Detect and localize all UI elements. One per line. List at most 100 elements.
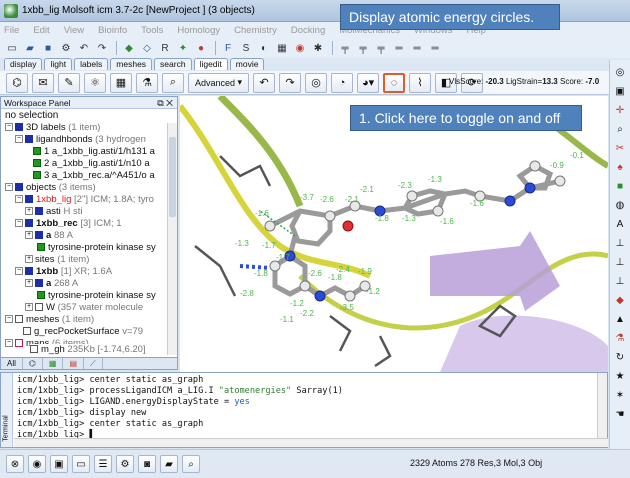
align-icon[interactable]: ⊥ [612, 254, 628, 270]
energy-map-icon[interactable]: ◔ [331, 72, 354, 93]
protein-icon[interactable] [37, 243, 45, 252]
tree-item-asti[interactable]: + asti H sti [25, 206, 82, 218]
gear-icon[interactable]: ⚙ [116, 455, 134, 473]
search-icon[interactable]: ⌕ [182, 455, 200, 473]
maps-icon[interactable] [15, 339, 23, 348]
checkbox-icon[interactable] [25, 135, 33, 144]
clip-icon[interactable]: ✂ [612, 140, 628, 156]
tree-item-mesh[interactable]: g_recPocketSurface v=79 [23, 326, 143, 338]
tab-molecules[interactable]: ⌬ [23, 358, 43, 369]
collapse-icon[interactable]: − [15, 195, 23, 204]
flask-icon[interactable]: ⚗ [612, 330, 628, 346]
tab-ligedit[interactable]: ligedit [193, 58, 228, 70]
terminal-panel[interactable]: Terminal icm/1xbb_lig> center static as_… [0, 372, 608, 448]
tab-docs[interactable]: ▤ [63, 358, 84, 369]
collapse-icon[interactable]: − [5, 315, 13, 324]
expand-icon[interactable]: + [25, 279, 33, 288]
tree-item-sites[interactable]: + sites (1 item) [25, 254, 89, 266]
align-icon[interactable]: ⊥ [612, 273, 628, 289]
align-icon[interactable]: ═ [391, 40, 407, 56]
tree-item-chain-a[interactable]: + a 268 A [25, 278, 78, 290]
collapse-icon[interactable]: − [5, 339, 13, 348]
expand-icon[interactable]: + [25, 303, 33, 312]
collapse-icon[interactable]: − [15, 135, 23, 144]
hydrogen-icon[interactable]: ◍ [612, 197, 628, 213]
checkbox-icon[interactable] [15, 123, 23, 132]
zoom-icon[interactable]: ⌕ [612, 121, 628, 137]
fog-icon[interactable]: F [220, 40, 236, 56]
tree-item-meshes[interactable]: − meshes (1 item) [5, 314, 94, 326]
advanced-button[interactable]: Advanced ▾ [188, 72, 250, 93]
checkbox-icon[interactable] [33, 159, 41, 168]
tab-search[interactable]: search [154, 58, 192, 70]
tree-item-hbond[interactable]: 2 a_1xbb_lig.asti/1/n10 a [33, 158, 150, 170]
collapse-icon[interactable]: − [5, 123, 13, 132]
object-icon[interactable] [25, 219, 33, 228]
lock-icon[interactable]: ▲ [612, 311, 628, 327]
protein-icon[interactable] [37, 291, 45, 300]
pencil-icon[interactable]: ✎ [58, 72, 80, 93]
select-icon[interactable]: ▣ [612, 83, 628, 99]
tab-all[interactable]: All [1, 358, 23, 369]
tab-meshes[interactable]: meshes [110, 58, 153, 70]
checkbox-icon[interactable] [33, 171, 41, 180]
align-icon[interactable]: ╤ [337, 40, 353, 56]
window-icon[interactable]: ▭ [72, 455, 90, 473]
menu-homology[interactable]: Homology [177, 25, 220, 36]
tab-light[interactable]: light [44, 58, 73, 70]
expand-icon[interactable]: + [25, 231, 33, 240]
ligand-tool-icon[interactable]: ⌬ [6, 72, 28, 93]
tree-item-chain-a[interactable]: + a 88 A [25, 230, 73, 242]
save-icon[interactable]: ■ [40, 40, 56, 56]
star-icon[interactable]: ★ [612, 368, 628, 384]
refresh-icon[interactable]: ↻ [612, 349, 628, 365]
screen-icon[interactable]: ▣ [50, 455, 68, 473]
camera-icon[interactable]: ◙ [138, 455, 156, 473]
envelope-icon[interactable]: ✉ [32, 72, 54, 93]
target-icon[interactable]: ◎ [612, 64, 628, 80]
tab-tables[interactable]: ▦ [43, 358, 64, 369]
tab-display[interactable]: display [4, 58, 43, 70]
target-icon[interactable]: ◎ [305, 72, 328, 93]
list-icon[interactable]: ☰ [94, 455, 112, 473]
molecule-icon[interactable]: ⚛ [84, 72, 106, 93]
perspective-icon[interactable]: ◐ [256, 40, 272, 56]
record-icon[interactable]: ◉ [28, 455, 46, 473]
export-icon[interactable]: ▰ [160, 455, 178, 473]
tree-item-1xbb[interactable]: − 1xbb [1] XR; 1.6A [15, 266, 112, 278]
terminal-output[interactable]: icm/1xbb_lig> center static as_graph icm… [17, 375, 343, 441]
checkbox-icon[interactable] [33, 147, 41, 156]
hand-icon[interactable]: ☚ [612, 406, 628, 422]
align-icon[interactable]: ╤ [355, 40, 371, 56]
collapse-icon[interactable]: − [5, 183, 13, 192]
surface-icon[interactable]: ● [193, 40, 209, 56]
menu-bioinfo[interactable]: Bioinfo [98, 25, 127, 36]
checkbox-icon[interactable] [35, 303, 43, 312]
chain-icon[interactable]: ◇ [139, 40, 155, 56]
menu-chemistry[interactable]: Chemistry [234, 25, 277, 36]
align-icon[interactable]: ⊥ [612, 235, 628, 251]
grid-icon[interactable]: ▦ [274, 40, 290, 56]
undo-icon[interactable]: ↶ [76, 40, 92, 56]
tree-item-protein[interactable]: tyrosine-protein kinase sy [37, 290, 156, 302]
collapse-icon[interactable]: − [15, 219, 23, 228]
redo-icon[interactable]: ↷ [94, 40, 110, 56]
open-folder-icon[interactable]: ▰ [22, 40, 38, 56]
menu-docking[interactable]: Docking [291, 25, 325, 36]
tree-item-hbond[interactable]: 1 a_1xbb_lig.asti/1/h131 a [33, 146, 155, 158]
new-file-icon[interactable]: ▭ [4, 40, 20, 56]
hbond-icon[interactable]: ⌇ [409, 72, 432, 93]
molecule-scene[interactable]: -2.1 -2.3 -1.3 -1.6 -0.9 -0.1 -3.7 -2.6 … [180, 96, 608, 372]
protein-icon[interactable]: ◆ [121, 40, 137, 56]
scrollbar-thumb[interactable] [169, 137, 176, 217]
paint-icon[interactable]: ♠ [612, 159, 628, 175]
tree-item-protein[interactable]: tyrosine-protein kinase sy [37, 242, 156, 254]
menu-tools[interactable]: Tools [141, 25, 163, 36]
tree-item-3d-labels[interactable]: − 3D labels (1 item) [5, 122, 100, 134]
expand-icon[interactable]: + [25, 207, 33, 216]
tree-item-objects[interactable]: − objects (3 items) [5, 182, 96, 194]
object-icon[interactable] [25, 267, 33, 276]
color-icon[interactable]: ◉ [292, 40, 308, 56]
tab-labels[interactable]: labels [74, 58, 109, 70]
collapse-icon[interactable]: − [15, 267, 23, 276]
